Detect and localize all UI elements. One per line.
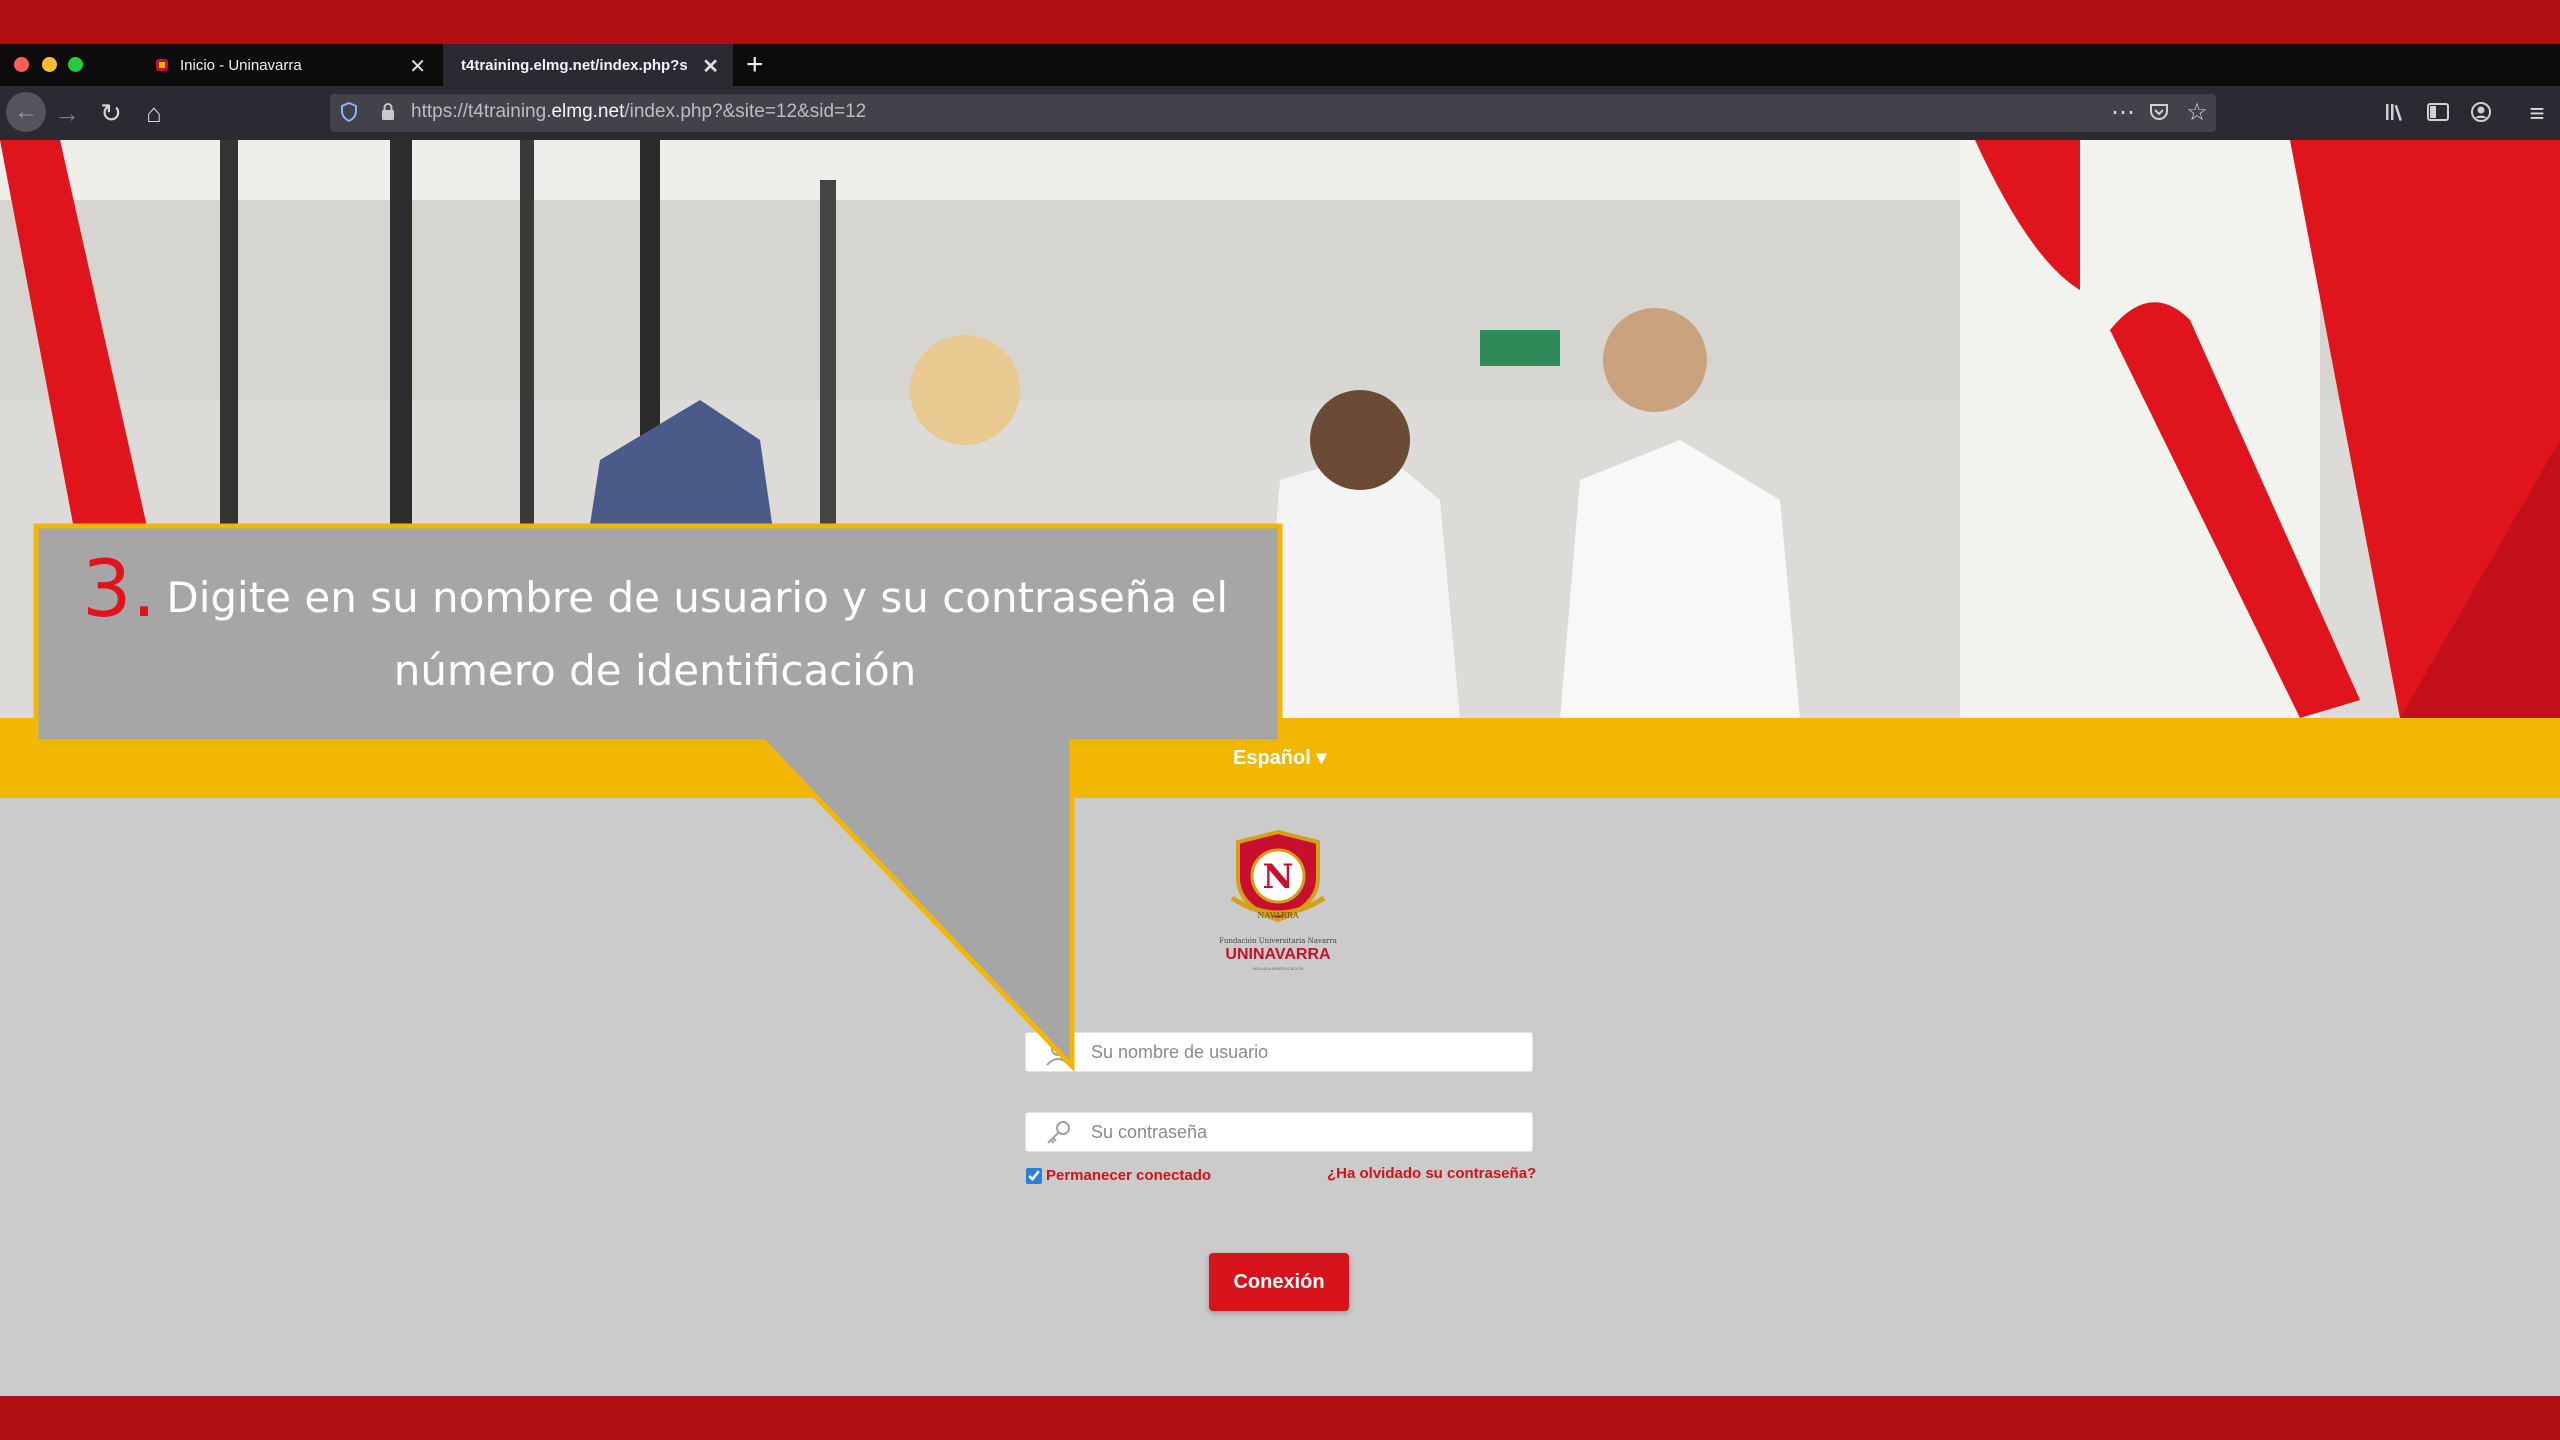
tab-label: Inicio - Uninavarra	[180, 56, 302, 74]
user-icon	[1046, 1042, 1070, 1066]
top-red-band	[0, 0, 2560, 44]
key-icon	[1047, 1121, 1070, 1144]
logo-crest-letter: N	[1262, 857, 1293, 897]
remember-me[interactable]: Permanecer conectado	[1026, 1167, 1211, 1184]
logo-caption: Fundación Universitaria Navarra	[1219, 937, 1337, 945]
forward-arrow-icon[interactable]: →	[50, 98, 84, 128]
uninavarra-logo: N NAVARRA Fundación Universitaria Navarr…	[1219, 829, 1337, 971]
new-tab-icon[interactable]: +	[746, 48, 764, 82]
pocket-icon[interactable]	[2148, 101, 2170, 123]
account-icon[interactable]	[2469, 100, 2493, 124]
callout-text: 3. Digite en su nombre de usuario y su co…	[42, 551, 1268, 707]
bottom-red-band	[0, 1396, 2560, 1440]
url-prefix: https://t4training.	[411, 101, 552, 122]
bookmark-star-icon[interactable]: ☆	[2180, 98, 2214, 128]
language-selector[interactable]: Español ▾	[1233, 745, 1326, 770]
connect-button[interactable]: Conexión	[1209, 1253, 1349, 1311]
tab-t4training[interactable]: t4training.elmg.net/index.php?s ✕	[443, 44, 733, 86]
username-field	[1025, 1032, 1533, 1072]
shield-icon[interactable]	[340, 102, 358, 122]
callout-line-2: número de identificación	[393, 646, 917, 695]
username-input[interactable]	[1091, 1033, 1521, 1071]
uninavarra-favicon-icon	[156, 59, 168, 71]
sidebar-toggle-icon[interactable]	[2426, 101, 2450, 123]
logo-brand: UNINAVARRA	[1225, 946, 1331, 963]
tab-label: t4training.elmg.net/index.php?s	[461, 56, 687, 74]
close-tab-icon[interactable]: ✕	[409, 54, 426, 79]
minimize-window-button[interactable]	[42, 57, 57, 72]
logo-tagline: VIGILADA MINEDUCACIÓN	[1253, 966, 1304, 971]
url-path: /index.php?&site=12&sid=12	[624, 101, 867, 122]
callout-step-number: 3.	[81, 545, 157, 635]
browser-window: Inicio - Uninavarra ✕ t4training.elmg.ne…	[0, 0, 2560, 1440]
password-input[interactable]	[1091, 1113, 1521, 1151]
close-tab-icon[interactable]: ✕	[702, 54, 719, 79]
tab-inicio[interactable]: Inicio - Uninavarra ✕	[140, 44, 440, 86]
forgot-password-link[interactable]: ¿Ha olvidado su contraseña?	[1327, 1165, 1536, 1182]
password-field	[1025, 1112, 1533, 1152]
back-arrow-icon[interactable]: ←	[6, 92, 46, 132]
home-icon[interactable]: ⌂	[137, 98, 171, 128]
maximize-window-button[interactable]	[68, 57, 83, 72]
lock-icon[interactable]	[380, 102, 396, 122]
remember-me-label: Permanecer conectado	[1046, 1167, 1212, 1184]
logo-crest-word: NAVARRA	[1257, 911, 1298, 920]
page-actions-icon[interactable]: ⋯	[2106, 98, 2140, 128]
remember-me-checkbox[interactable]	[1026, 1167, 1042, 1184]
url-domain: elmg.net	[551, 101, 625, 122]
reload-icon[interactable]: ↻	[94, 98, 128, 128]
callout-line-1: Digite en su nombre de usuario y su cont…	[166, 573, 1229, 622]
menu-hamburger-icon[interactable]: ≡	[2520, 98, 2554, 128]
url-text[interactable]: https://t4training.elmg.net/index.php?&s…	[411, 101, 866, 123]
close-window-button[interactable]	[14, 57, 29, 72]
library-icon[interactable]	[2384, 101, 2408, 123]
